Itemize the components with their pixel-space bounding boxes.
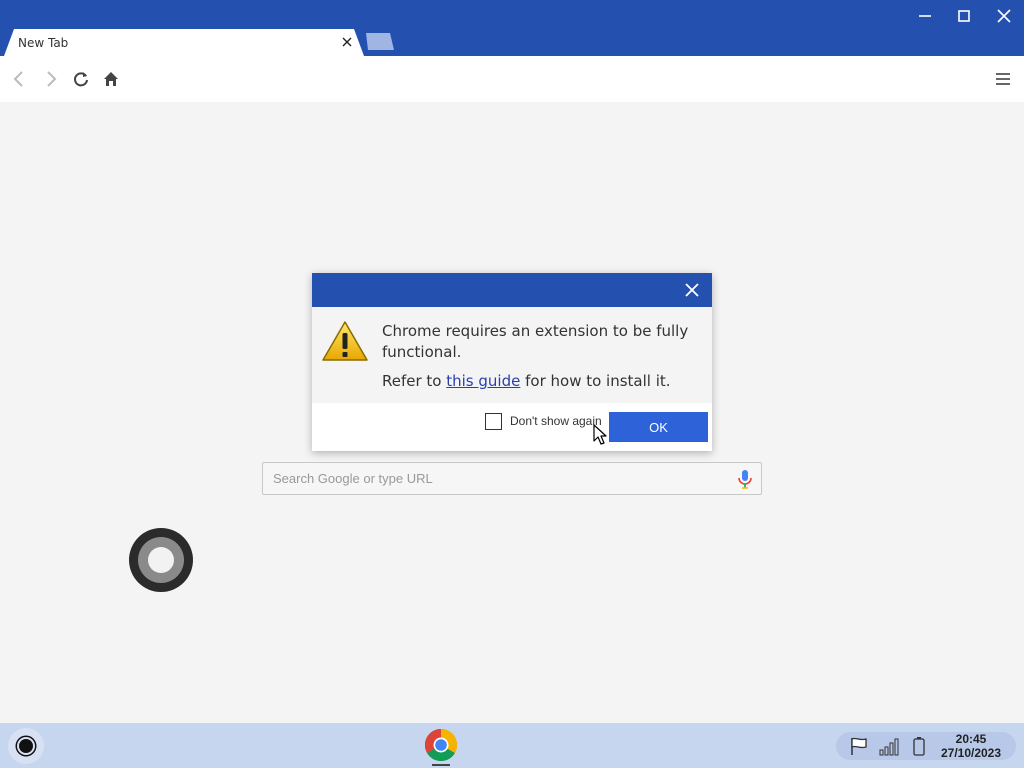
reference-prefix: Refer to	[382, 372, 447, 390]
tab-new-tab[interactable]: New Tab	[4, 29, 364, 56]
launcher-icon	[19, 739, 33, 753]
reload-icon[interactable]	[70, 68, 92, 90]
maximize-icon[interactable]	[952, 4, 976, 28]
new-tab-button[interactable]	[366, 33, 394, 50]
back-icon[interactable]	[8, 68, 30, 90]
battery-icon[interactable]	[908, 736, 930, 756]
dialog-reference: Refer to this guide for how to install i…	[382, 371, 702, 392]
browser-toolbar	[0, 56, 1024, 102]
clock-date: 27/10/2023	[940, 746, 1002, 760]
menu-icon[interactable]	[992, 68, 1014, 90]
search-box[interactable]	[262, 462, 762, 495]
active-app-indicator	[432, 764, 450, 766]
close-icon[interactable]	[684, 282, 700, 298]
chrome-icon[interactable]	[424, 728, 458, 762]
dialog-message: Chrome requires an extension to be fully…	[382, 322, 689, 361]
microphone-icon[interactable]	[737, 469, 753, 489]
extension-alert-dialog: Chrome requires an extension to be fully…	[312, 273, 712, 451]
tab-title: New Tab	[18, 36, 69, 50]
dialog-header	[312, 273, 712, 307]
home-icon[interactable]	[100, 68, 122, 90]
ok-button[interactable]: OK	[609, 412, 708, 442]
guide-link[interactable]: this guide	[446, 372, 520, 390]
system-tray[interactable]: 20:45 27/10/2023	[836, 732, 1016, 760]
minimize-icon[interactable]	[913, 4, 937, 28]
close-icon[interactable]	[340, 35, 354, 49]
signal-icon[interactable]	[878, 736, 900, 756]
warning-icon	[322, 321, 368, 361]
clock-time: 20:45	[955, 732, 987, 746]
dialog-body: Chrome requires an extension to be fully…	[312, 307, 712, 403]
browser-titlebar: New Tab	[0, 0, 1024, 56]
reference-suffix: for how to install it.	[520, 372, 671, 390]
dialog-footer: Don't show again OK	[312, 403, 712, 451]
taskbar: 20:45 27/10/2023	[0, 723, 1024, 768]
forward-icon[interactable]	[40, 68, 62, 90]
clock[interactable]: 20:45 27/10/2023	[936, 732, 1006, 760]
close-icon[interactable]	[992, 4, 1016, 28]
dont-show-again-checkbox[interactable]	[485, 413, 502, 430]
launcher-button[interactable]	[8, 728, 44, 764]
search-input[interactable]	[263, 463, 725, 494]
flag-icon[interactable]	[848, 736, 870, 756]
record-core	[148, 547, 174, 573]
floating-record-button[interactable]	[129, 528, 193, 592]
dont-show-again-label[interactable]: Don't show again	[510, 414, 602, 428]
